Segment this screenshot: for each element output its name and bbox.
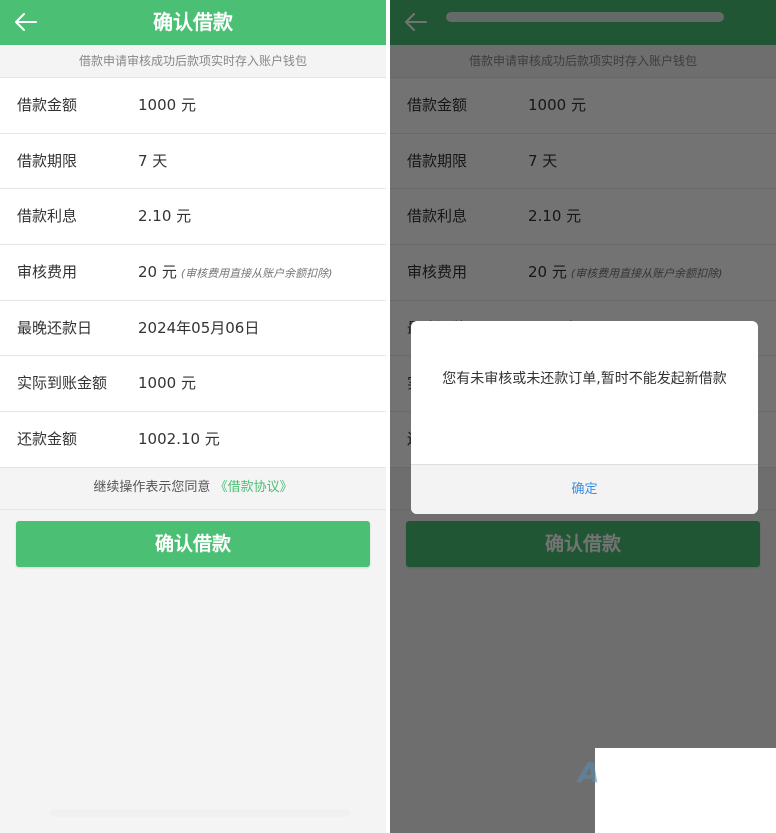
dialog-footer: 确定 — [411, 464, 758, 514]
dialog-message: 您有未审核或未还款订单,暂时不能发起新借款 — [442, 371, 727, 387]
confirm-loan-button[interactable]: 确认借款 — [16, 521, 370, 567]
detail-value: 2.10 元 — [138, 207, 192, 226]
detail-row-repayment: 还款金额 1002.10 元 — [0, 412, 386, 468]
review-fee-note: (审核费用直接从账户余额扣除) — [180, 267, 333, 281]
detail-row-amount: 借款金额 1000 元 — [0, 78, 386, 134]
dialog-ok-button[interactable]: 确定 — [411, 465, 758, 514]
corner-blank-area — [595, 748, 776, 833]
loan-agreement-link[interactable]: 《借款协议》 — [215, 480, 293, 495]
detail-value: 7 天 — [138, 151, 168, 170]
detail-label: 实际到账金额 — [17, 374, 108, 393]
detail-label: 借款金额 — [17, 96, 78, 114]
loan-details-list: 借款金额 1000 元 借款期限 7 天 借款利息 2.10 元 审核费用 20… — [0, 78, 386, 468]
alert-dialog: 您有未审核或未还款订单,暂时不能发起新借款 确定 — [411, 321, 758, 514]
arrow-left-icon[interactable] — [14, 11, 38, 33]
detail-value-with-note: 20 元(审核费用直接从账户余额扣除) — [138, 245, 332, 301]
agreement-text: 继续操作表示您同意 — [93, 480, 211, 495]
detail-value: 1002.10 元 — [138, 430, 220, 449]
detail-row-review-fee: 审核费用 20 元(审核费用直接从账户余额扣除) — [0, 245, 386, 301]
detail-label: 审核费用 — [17, 263, 78, 282]
detail-label: 还款金额 — [17, 430, 78, 449]
detail-value: 1000 元 — [138, 374, 196, 393]
loan-confirm-screen: 确认借款 借款申请审核成功后款项实时存入账户钱包 借款金额 1000 元 借款期… — [0, 0, 386, 833]
detail-row-received: 实际到账金额 1000 元 — [0, 356, 386, 413]
watermark-logo: A — [578, 756, 600, 789]
footer-faint-text — [50, 809, 350, 817]
detail-value: 20 元 — [138, 263, 177, 282]
detail-value: 2024年05月06日 — [138, 318, 260, 337]
agreement-line: 继续操作表示您同意 《借款协议》 — [0, 468, 386, 510]
detail-label: 借款利息 — [17, 207, 78, 226]
detail-row-due-date: 最晚还款日 2024年05月06日 — [0, 301, 386, 357]
app-header: 确认借款 — [0, 0, 386, 45]
detail-label: 最晚还款日 — [17, 318, 93, 337]
detail-label: 借款期限 — [17, 151, 78, 170]
detail-value: 1000 元 — [138, 96, 196, 114]
detail-row-interest: 借款利息 2.10 元 — [0, 189, 386, 246]
deposit-notice: 借款申请审核成功后款项实时存入账户钱包 — [0, 45, 386, 78]
detail-row-term: 借款期限 7 天 — [0, 134, 386, 190]
loan-confirm-screen-with-dialog: 借款申请审核成功后款项实时存入账户钱包 借款金额 1000 元 借款期限 7 天… — [390, 0, 776, 833]
page-title: 确认借款 — [153, 10, 233, 34]
